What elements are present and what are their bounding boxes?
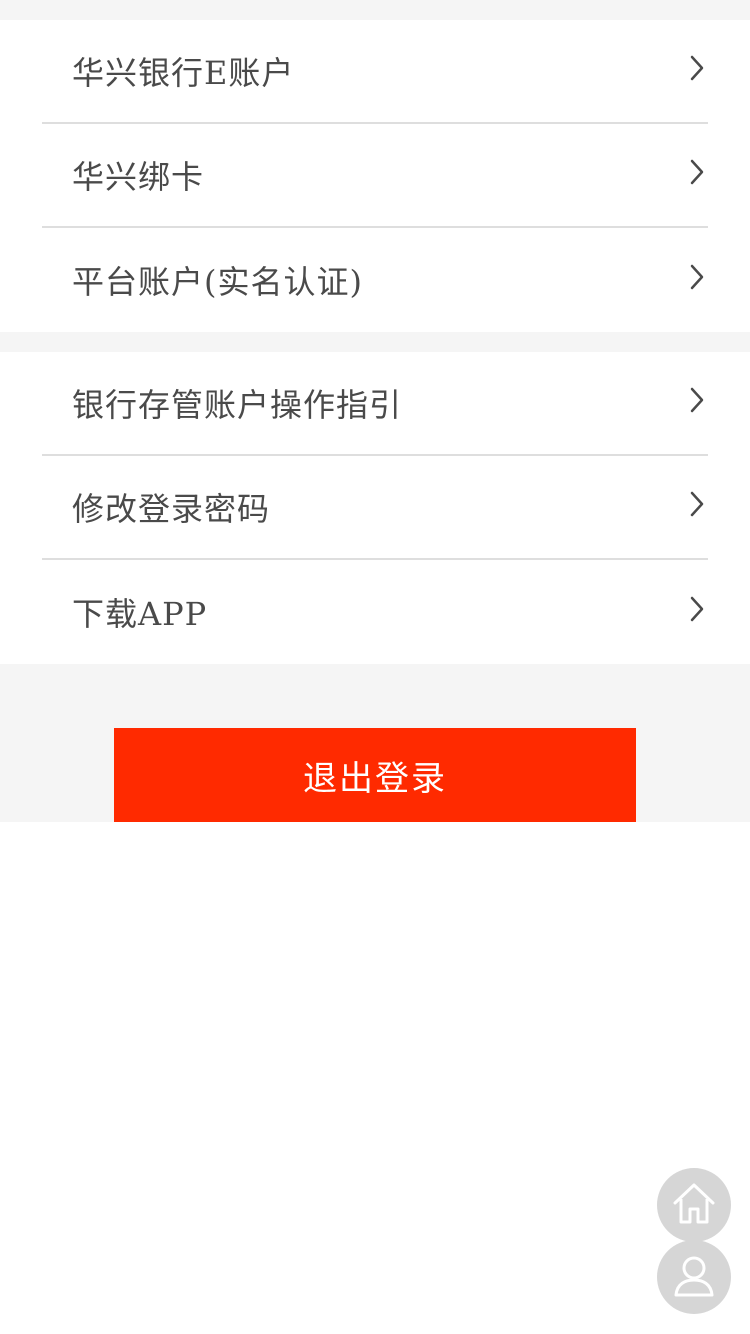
menu-item-platform-account[interactable]: 平台账户(实名认证) (42, 228, 708, 332)
floating-home-button[interactable] (657, 1168, 731, 1242)
home-icon (669, 1178, 719, 1232)
logout-section: 退出登录 (0, 664, 750, 822)
menu-item-huaxing-bind-card[interactable]: 华兴绑卡 (42, 124, 708, 228)
menu-item-label: 银行存管账户操作指引 (72, 386, 403, 424)
chevron-right-icon (686, 385, 708, 415)
menu-item-huaxing-e-account[interactable]: 华兴银行E账户 (42, 20, 708, 124)
chevron-right-icon (686, 157, 708, 187)
menu-group-settings: 银行存管账户操作指引 修改登录密码 下载APP (0, 352, 750, 664)
menu-item-download-app[interactable]: 下载APP (42, 560, 708, 664)
menu-item-depository-guide[interactable]: 银行存管账户操作指引 (42, 352, 708, 456)
menu-item-label: 修改登录密码 (72, 490, 271, 528)
menu-item-change-password[interactable]: 修改登录密码 (42, 456, 708, 560)
account-settings-page: 华兴银行E账户 华兴绑卡 平台账户(实名认证) 银行存管账户操作指引 修改登录密… (0, 0, 750, 1334)
floating-user-button[interactable] (657, 1240, 731, 1314)
menu-item-label: 平台账户(实名认证) (72, 263, 363, 301)
group-divider (0, 332, 750, 352)
menu-group-accounts: 华兴银行E账户 华兴绑卡 平台账户(实名认证) (0, 20, 750, 332)
top-spacer (0, 0, 750, 20)
user-icon (669, 1250, 719, 1304)
menu-item-label: 华兴银行E账户 (72, 54, 295, 92)
menu-item-label: 下载APP (72, 595, 208, 633)
chevron-right-icon (686, 262, 708, 292)
menu-item-label: 华兴绑卡 (72, 158, 205, 196)
chevron-right-icon (686, 594, 708, 624)
logout-button[interactable]: 退出登录 (114, 728, 636, 822)
chevron-right-icon (686, 489, 708, 519)
chevron-right-icon (686, 53, 708, 83)
